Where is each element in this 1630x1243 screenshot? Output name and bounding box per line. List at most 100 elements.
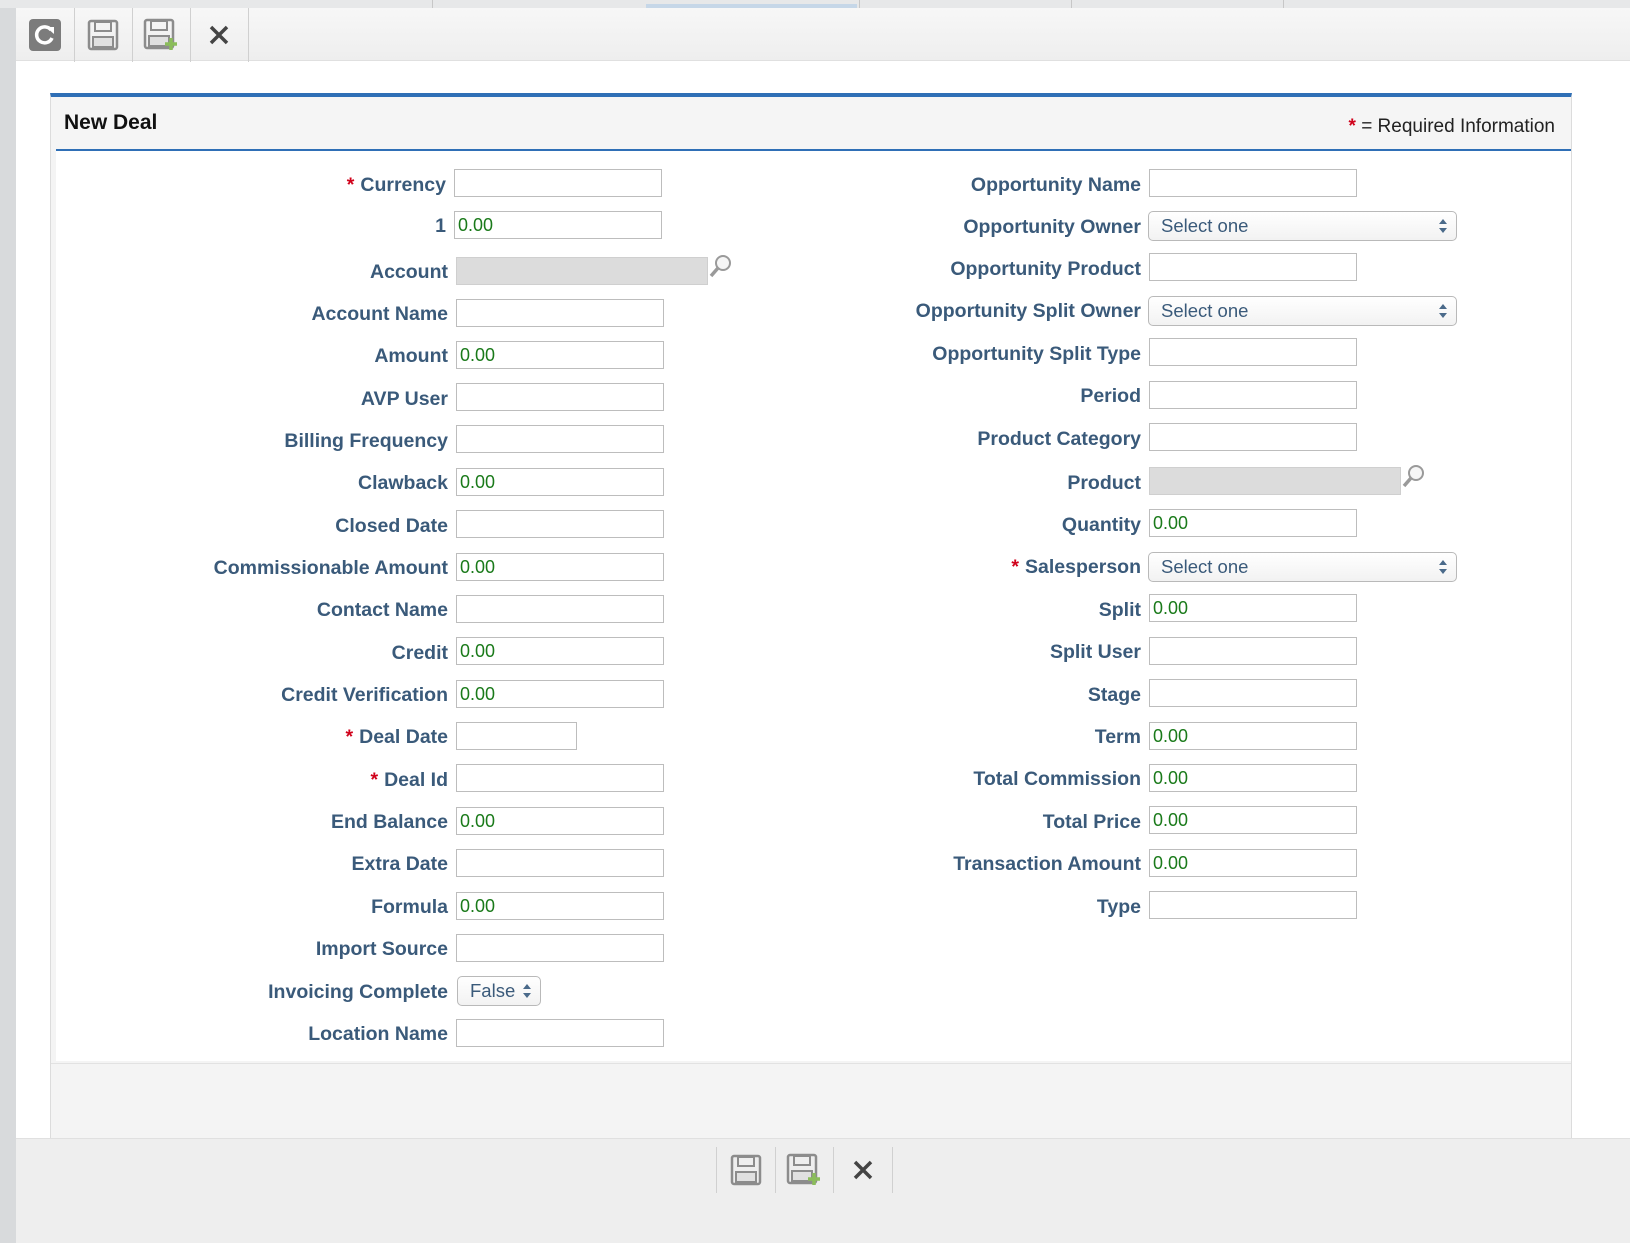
save-button[interactable] [74, 8, 133, 62]
panel-header: New Deal * = Required Information [51, 97, 1571, 149]
bottom-save-button[interactable] [716, 1147, 776, 1193]
avp-user-input[interactable] [456, 383, 664, 411]
required-marker: * [345, 726, 354, 748]
period-input[interactable] [1149, 381, 1357, 409]
transaction-amount-input[interactable]: 0.00 [1149, 849, 1357, 877]
opportunity-name-input[interactable] [1149, 169, 1357, 197]
new-deal-panel: New Deal * = Required Information * Curre… [50, 93, 1572, 1148]
credit-verification-input[interactable]: 0.00 [456, 680, 664, 708]
opportunity-owner-value: Select one [1161, 215, 1249, 236]
field-label-end-balance: End Balance [330, 811, 448, 833]
field-label-billing-frequency: Billing Frequency [284, 430, 448, 452]
closed-date-input[interactable] [456, 510, 664, 538]
required-legend-text: = Required Information [1361, 116, 1555, 137]
select-arrows-icon [523, 984, 531, 998]
field-label-opportunity-product: Opportunity Product [950, 258, 1141, 280]
bottom-close-button[interactable] [834, 1147, 893, 1193]
field-label-avp-user: AVP User [360, 388, 448, 410]
billing-frequency-input[interactable] [456, 425, 664, 453]
opportunity-split-owner-value: Select one [1161, 300, 1249, 321]
field-label-product: Product [1067, 472, 1141, 494]
invoicing-complete-value: False [470, 980, 516, 1001]
extra-date-input[interactable] [456, 849, 664, 877]
opportunity-split-type-input[interactable] [1149, 338, 1357, 366]
product-lookup-icon[interactable] [1401, 463, 1427, 489]
field-label-term: Term [1094, 726, 1141, 748]
field-label-transaction-amount: Transaction Amount [953, 853, 1141, 875]
total-commission-input[interactable]: 0.00 [1149, 764, 1357, 792]
refresh-button[interactable] [16, 8, 75, 62]
deal-id-input[interactable] [456, 764, 664, 792]
field-label-opportunity-name: Opportunity Name [970, 174, 1141, 196]
field-label-opportunity-split-owner: Opportunity Split Owner [915, 300, 1141, 322]
location-name-input[interactable] [456, 1019, 664, 1047]
field-label-location-name: Location Name [308, 1023, 448, 1045]
field-label-total-commission: Total Commission [973, 768, 1141, 790]
field-label-product-category: Product Category [977, 428, 1141, 450]
deal-date-input[interactable] [456, 722, 577, 750]
split-input[interactable]: 0.00 [1149, 594, 1357, 622]
end-balance-input[interactable]: 0.00 [456, 807, 664, 835]
bottom-save-and-new-button[interactable] [775, 1147, 834, 1193]
field-label-contact-name: Contact Name [316, 599, 448, 621]
credit-input[interactable]: 0.00 [456, 637, 664, 665]
tab-divider [1283, 0, 1284, 8]
field-label-invoicing-complete: Invoicing Complete [268, 981, 448, 1003]
formula-input[interactable]: 0.00 [456, 892, 664, 920]
field-label-account-name: Account Name [311, 303, 448, 325]
field-label-opportunity-split-type: Opportunity Split Type [932, 343, 1141, 365]
required-marker: * [346, 174, 355, 196]
contact-name-input[interactable] [456, 595, 664, 623]
term-input[interactable]: 0.00 [1149, 722, 1357, 750]
opportunity-split-owner-select[interactable]: Select one [1148, 296, 1457, 326]
field-label-currency: * Currency [346, 174, 446, 196]
field-label-extra-date: Extra Date [351, 853, 448, 875]
opportunity-product-input[interactable] [1149, 253, 1357, 281]
amount-input[interactable]: 0.00 [456, 341, 664, 369]
currency-input[interactable] [454, 169, 662, 197]
save-icon [87, 19, 119, 51]
field-label-import-source: Import Source [315, 938, 448, 960]
field-label-formula: Formula [371, 896, 448, 918]
product-input[interactable] [1149, 467, 1401, 495]
field-label-credit: Credit [391, 642, 448, 664]
tab-divider [432, 0, 433, 8]
quantity-input[interactable]: 0.00 [1149, 509, 1357, 537]
refresh-icon [29, 19, 61, 51]
total-price-input[interactable]: 0.00 [1149, 806, 1357, 834]
page-title: New Deal [64, 111, 158, 134]
import-source-input[interactable] [456, 934, 664, 962]
required-legend: * = Required Information [1349, 116, 1556, 138]
account-input[interactable] [456, 257, 708, 285]
clawback-input[interactable]: 0.00 [456, 468, 664, 496]
tab-divider [1071, 0, 1072, 8]
tab-strip [0, 0, 1630, 8]
account-name-input[interactable] [456, 299, 664, 327]
select-arrows-icon [1439, 560, 1447, 574]
stage-input[interactable] [1149, 679, 1357, 707]
close-button[interactable] [190, 8, 249, 62]
field-1-input[interactable]: 0.00 [454, 211, 662, 239]
save-and-new-icon [143, 18, 177, 50]
tab-divider [859, 0, 860, 8]
product-category-input[interactable] [1149, 423, 1357, 451]
commissionable-amount-input[interactable]: 0.00 [456, 553, 664, 581]
field-label-split-user: Split User [1049, 641, 1141, 663]
deal-window: New Deal * = Required Information * Curre… [16, 8, 1630, 1243]
field-label-commissionable-amount: Commissionable Amount [213, 557, 448, 579]
type-input[interactable] [1149, 891, 1357, 919]
field-label-opportunity-owner: Opportunity Owner [963, 216, 1141, 238]
required-star: * [1348, 116, 1356, 137]
field-label-split: Split [1098, 599, 1141, 621]
split-user-input[interactable] [1149, 637, 1357, 665]
field-label-1: 1 [435, 215, 446, 237]
select-arrows-icon [1439, 219, 1447, 233]
invoicing-complete-select[interactable]: False [457, 976, 541, 1006]
field-label-credit-verification: Credit Verification [281, 684, 448, 706]
opportunity-owner-select[interactable]: Select one [1148, 211, 1457, 241]
salesperson-select[interactable]: Select one [1148, 552, 1457, 582]
field-label-quantity: Quantity [1061, 514, 1141, 536]
save-and-new-button[interactable] [132, 8, 191, 62]
field-label-clawback: Clawback [358, 472, 448, 494]
field-label-period: Period [1080, 385, 1141, 407]
